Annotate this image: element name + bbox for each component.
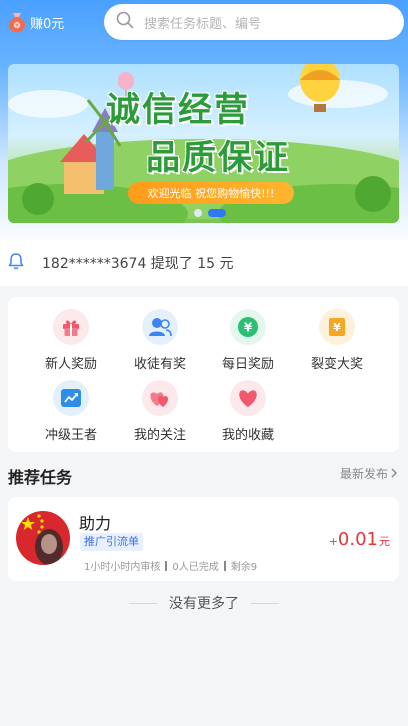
meta-divider bbox=[165, 560, 168, 571]
carousel-indicator[interactable] bbox=[194, 209, 226, 217]
carousel-dot-active[interactable] bbox=[208, 209, 226, 217]
avatar bbox=[16, 511, 70, 565]
latest-link[interactable]: 最新发布 bbox=[340, 465, 398, 482]
menu-label: 新人奖励 bbox=[44, 357, 97, 372]
task-reward: + 0.01 元 bbox=[329, 529, 390, 550]
no-more-text: 没有更多了 bbox=[169, 596, 239, 612]
yuan-coin-icon: ¥ bbox=[230, 309, 266, 345]
notice-text: 182******3674 提现了 15 元 bbox=[42, 256, 234, 272]
bell-icon bbox=[8, 252, 24, 274]
search-icon bbox=[116, 11, 134, 33]
divider bbox=[251, 602, 279, 604]
carousel-dot[interactable] bbox=[194, 209, 202, 217]
yuan-ticket-icon: ¥ bbox=[319, 309, 355, 345]
trend-up-icon bbox=[53, 380, 89, 416]
task-completed: 0人已完成 bbox=[172, 562, 219, 573]
menu-label: 每日奖励 bbox=[221, 357, 274, 372]
banner-headline: 诚信经营 bbox=[106, 90, 250, 130]
top-bar: ¥ 赚0元 搜索任务标题、编号 bbox=[0, 0, 408, 46]
task-tag: 推广引流单 bbox=[80, 533, 143, 551]
menu-item-invite-reward[interactable]: 收徒有奖 bbox=[115, 309, 205, 375]
svg-text:¥: ¥ bbox=[244, 321, 253, 335]
menu-item-daily-reward[interactable]: ¥ 每日奖励 bbox=[203, 309, 293, 375]
menu-item-level-king[interactable]: 冲级王者 bbox=[26, 380, 116, 446]
users-icon bbox=[142, 309, 178, 345]
menu-label: 冲级王者 bbox=[44, 428, 97, 443]
menu-label: 裂变大奖 bbox=[310, 357, 363, 372]
task-review-time: 1小时小时内审核 bbox=[84, 562, 161, 573]
list-end-indicator: 没有更多了 bbox=[0, 593, 408, 613]
menu-item-my-favorites[interactable]: 我的收藏 bbox=[203, 380, 293, 446]
earn-label: 赚0元 bbox=[30, 16, 65, 32]
money-bag-icon: ¥ bbox=[8, 11, 26, 33]
hearts-icon bbox=[142, 380, 178, 416]
promo-banner[interactable]: 诚信经营 品质保证 欢迎光临 祝您购物愉快!!! bbox=[8, 64, 399, 223]
search-input[interactable]: 搜索任务标题、编号 bbox=[104, 4, 404, 40]
section-title: 推荐任务 bbox=[8, 468, 73, 487]
latest-link-label: 最新发布 bbox=[339, 467, 388, 481]
search-placeholder: 搜索任务标题、编号 bbox=[144, 16, 262, 32]
withdraw-notice: 182******3674 提现了 15 元 bbox=[0, 240, 408, 286]
svg-text:¥: ¥ bbox=[15, 23, 19, 30]
meta-divider bbox=[223, 560, 226, 571]
divider bbox=[129, 602, 157, 604]
menu-label: 收徒有奖 bbox=[133, 357, 186, 372]
menu-label: 我的收藏 bbox=[221, 428, 274, 443]
banner-ribbon: 欢迎光临 祝您购物愉快!!! bbox=[128, 182, 294, 204]
earn-badge[interactable]: ¥ 赚0元 bbox=[8, 9, 64, 35]
reward-amount: 0.01 bbox=[337, 529, 378, 550]
task-remaining: 剩余9 bbox=[230, 562, 258, 573]
banner-subheadline: 品质保证 bbox=[146, 138, 290, 178]
svg-text:¥: ¥ bbox=[333, 321, 341, 334]
heart-icon bbox=[230, 380, 266, 416]
task-card[interactable]: 助力 推广引流单 1小时小时内审核 0人已完成 剩余9 + 0.01 元 bbox=[8, 497, 399, 581]
feature-menu: 新人奖励 收徒有奖 ¥ 每日奖励 ¥ 裂变大奖 冲级王者 我的关注 我的收藏 bbox=[8, 297, 399, 452]
menu-label: 我的关注 bbox=[133, 428, 186, 443]
chevron-right-icon bbox=[390, 467, 398, 481]
task-meta: 1小时小时内审核 0人已完成 剩余9 bbox=[84, 558, 257, 573]
menu-item-my-follows[interactable]: 我的关注 bbox=[115, 380, 205, 446]
menu-item-fission-reward[interactable]: ¥ 裂变大奖 bbox=[292, 309, 382, 375]
recommended-section-header: 推荐任务 最新发布 bbox=[0, 460, 408, 488]
gift-icon bbox=[53, 309, 89, 345]
reward-sign: + bbox=[328, 535, 338, 548]
reward-unit: 元 bbox=[379, 535, 390, 548]
task-title: 助力 bbox=[79, 514, 112, 533]
menu-item-newcomer-reward[interactable]: 新人奖励 bbox=[26, 309, 116, 375]
